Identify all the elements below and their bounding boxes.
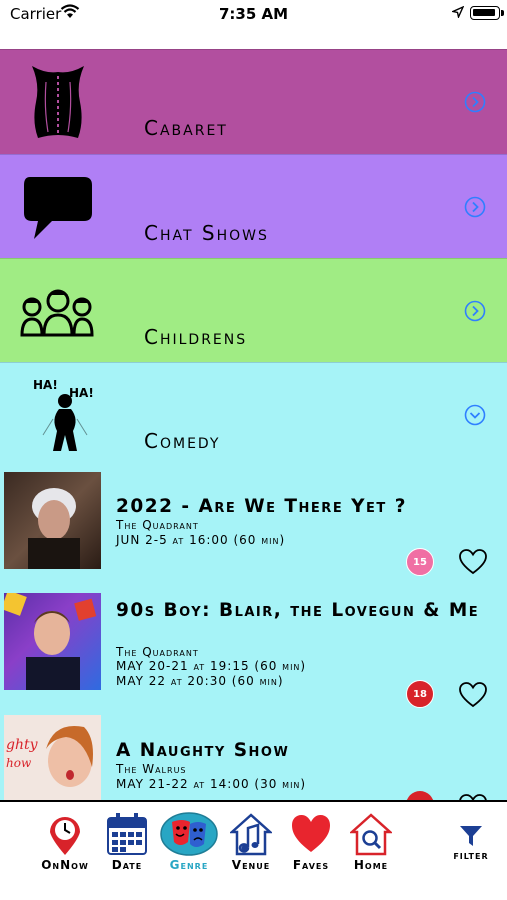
- genre-label-chat-shows: Chat Shows: [144, 221, 269, 245]
- show-title: A Naughty Show: [116, 740, 290, 761]
- chevron-right-icon[interactable]: [464, 91, 486, 113]
- tab-label: Home: [353, 858, 389, 872]
- show-date-line: MAY 22 at 20:30 (60 min): [116, 674, 284, 688]
- heart-icon: [292, 815, 330, 852]
- status-bar: Carrier 7:35 AM: [0, 0, 507, 30]
- filter-label: FILTER: [453, 852, 489, 861]
- heart-outline-icon[interactable]: [458, 681, 488, 709]
- show-dates: JUN 2-5 at 16:00 (60 min): [116, 533, 285, 548]
- genre-row-childrens[interactable]: Childrens: [0, 258, 507, 362]
- genre-row-comedy[interactable]: HA! HA! Comedy 2022 - Are We There Yet ?…: [0, 362, 507, 802]
- battery-icon: [470, 6, 500, 20]
- age-rating-badge: 18: [406, 680, 434, 708]
- corset-icon: [32, 66, 84, 138]
- house-music-note-icon: [230, 813, 272, 856]
- calendar-icon: [107, 813, 147, 855]
- filter-button[interactable]: FILTER: [446, 820, 496, 865]
- genre-label-cabaret: Cabaret: [144, 116, 228, 140]
- chevron-right-icon[interactable]: [464, 300, 486, 322]
- genre-row-cabaret[interactable]: Cabaret: [0, 49, 507, 154]
- show-title: 90s Boy: Blair, the Lovegun & Me: [116, 600, 480, 621]
- chevron-down-icon[interactable]: [464, 404, 486, 426]
- show-item[interactable]: 2022 - Are We There Yet ? The Quadrant J…: [0, 472, 507, 582]
- show-item[interactable]: 90s Boy: Blair, the Lovegun & Me The Qua…: [0, 593, 507, 708]
- map-pin-clock-icon: [50, 817, 80, 855]
- filter-funnel-icon: [460, 826, 482, 846]
- chevron-right-icon[interactable]: [464, 196, 486, 218]
- show-dates: MAY 20-21 at 19:15 (60 min) MAY 22 at 20…: [116, 659, 306, 689]
- theatre-masks-icon: [160, 812, 218, 856]
- speech-bubble-icon: [24, 177, 92, 239]
- genre-label-comedy: Comedy: [144, 429, 221, 453]
- show-title: 2022 - Are We There Yet ?: [116, 496, 407, 517]
- location-arrow-icon: [452, 6, 464, 18]
- show-venue: The Walrus: [116, 762, 187, 776]
- house-search-icon: [350, 813, 392, 856]
- svg-text:ghty: ghty: [6, 737, 39, 753]
- show-date-line: JUN 2-5 at 16:00 (60 min): [116, 533, 286, 547]
- show-date-line: MAY 21-22 at 14:00 (30 min): [116, 777, 307, 791]
- laughing-figure-icon: HA! HA!: [33, 378, 94, 451]
- age-rating-badge: 15: [406, 548, 434, 576]
- bottom-tab-bar: OnNow Date Genre Venue Faves Home FILTER: [0, 800, 507, 900]
- tab-home[interactable]: Home: [338, 806, 404, 876]
- svg-text:how: how: [6, 756, 32, 770]
- battery-tip: [501, 10, 504, 16]
- children-group-icon: [20, 289, 94, 337]
- svg-text:HA!: HA!: [69, 386, 94, 400]
- show-date-line: MAY 20-21 at 19:15 (60 min): [116, 659, 307, 673]
- show-thumbnail: ghty how: [4, 715, 101, 801]
- genre-label-childrens: Childrens: [144, 325, 248, 349]
- show-venue: The Quadrant: [116, 645, 199, 659]
- genre-row-chat-shows[interactable]: Chat Shows: [0, 154, 507, 258]
- show-thumbnail: [4, 593, 101, 690]
- show-item[interactable]: ghty how A Naughty Show The Walrus MAY 2…: [0, 715, 507, 801]
- svg-text:HA!: HA!: [33, 378, 58, 392]
- show-dates: MAY 21-22 at 14:00 (30 min): [116, 777, 306, 792]
- show-thumbnail: [4, 472, 101, 569]
- heart-outline-icon[interactable]: [458, 548, 488, 576]
- show-venue: The Quadrant: [116, 518, 199, 532]
- clock-time: 7:35 AM: [218, 5, 289, 23]
